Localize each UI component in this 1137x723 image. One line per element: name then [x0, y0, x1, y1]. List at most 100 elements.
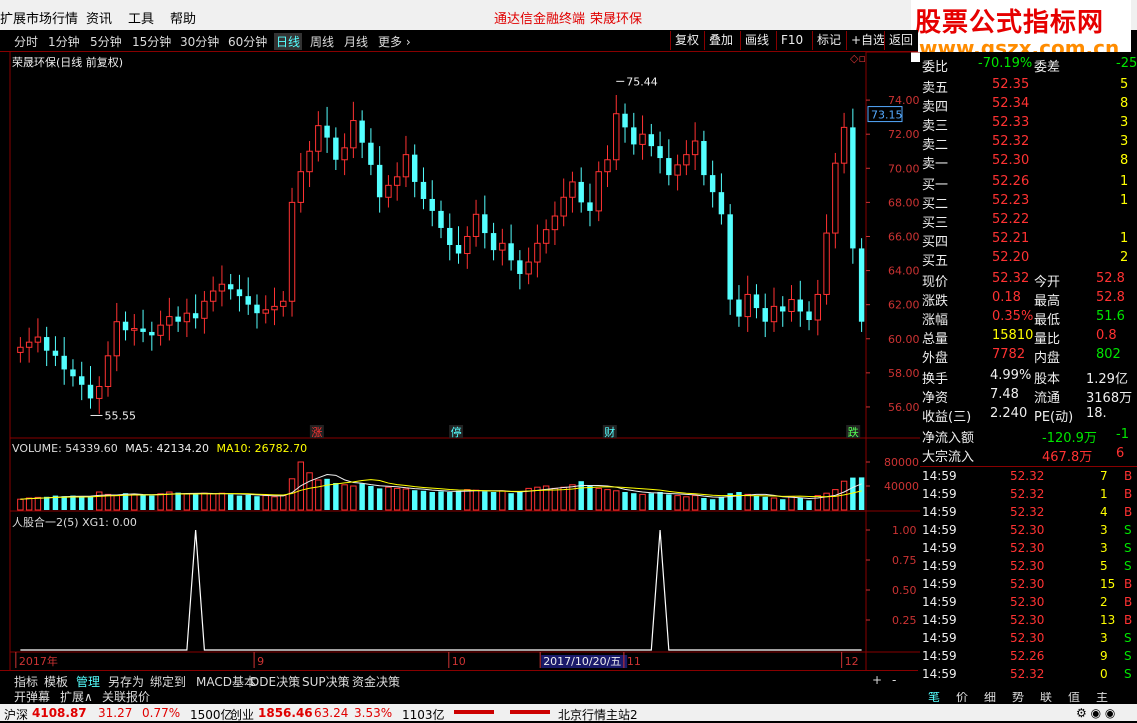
volume-bar: [455, 490, 462, 510]
candle-body: [753, 294, 760, 309]
volume-bar: [551, 487, 559, 511]
bid-price[interactable]: 52.23: [992, 193, 1029, 208]
tab-monthly[interactable]: 月线: [344, 33, 368, 50]
tab-weekly[interactable]: 周线: [310, 33, 334, 50]
stat-row: 总量 15810 量比 0.8: [920, 328, 1137, 347]
f10-button[interactable]: F10: [776, 31, 807, 50]
stat-label-2: 最高: [1034, 294, 1061, 309]
stat2-row: 换手 4.99% 股本 1.29亿: [920, 368, 1137, 387]
stat-row: 涨幅 0.35% 最低 51.6: [920, 309, 1137, 328]
menu-extended-market[interactable]: 扩展市场行情: [0, 8, 78, 27]
bid-price[interactable]: 52.21: [992, 231, 1029, 246]
chart-area[interactable]: 74.00 72.00 70.00 68.00 66.00 64.00 62.00 60.00…: [0, 52, 920, 692]
volume-bar: [780, 499, 786, 510]
volume-bar: [858, 477, 865, 510]
menu-tools[interactable]: 工具: [128, 8, 154, 27]
candle-body: [490, 233, 497, 251]
bid-price[interactable]: 52.22: [992, 212, 1029, 227]
candle-body: [525, 261, 532, 275]
tick-row: 14:59 52.30 3 S: [920, 631, 1137, 649]
ask-volume: 8: [1120, 96, 1129, 111]
candle-body: [175, 316, 181, 322]
tick-direction: S: [1124, 667, 1132, 681]
bid-label: 买四: [922, 235, 949, 250]
volume-bar: [762, 496, 768, 510]
weicha-label: 委差: [1034, 60, 1061, 75]
tab-60min[interactable]: 60分钟: [228, 33, 267, 50]
candle-body: [113, 321, 120, 357]
volume-bar: [271, 496, 278, 511]
candle-body: [850, 127, 856, 249]
candle-body: [157, 324, 164, 336]
indicator-header: 人股合一2(5) XG1: 0.00: [12, 516, 137, 529]
server-name[interactable]: 北京行情主站2: [558, 706, 638, 723]
date-label: 11: [627, 655, 641, 668]
candle-body: [727, 214, 733, 300]
zoom-in-button[interactable]: +: [872, 673, 882, 687]
volume-bar: [79, 496, 85, 510]
volume-bar: [104, 493, 112, 511]
ask-row: 卖四 52.34 8: [920, 96, 1137, 115]
stat-label-2: 最低: [1034, 313, 1061, 328]
tab-5min[interactable]: 5分钟: [90, 33, 122, 50]
tick-time: 14:59: [922, 577, 957, 591]
tab-30min[interactable]: 30分钟: [180, 33, 219, 50]
tick-direction: B: [1124, 595, 1133, 609]
sh-index-label: 沪深: [4, 708, 29, 722]
ask-price[interactable]: 52.32: [992, 134, 1029, 149]
volume-bar: [718, 496, 725, 510]
chart-settings-icon: ◇▫: [850, 52, 866, 65]
candle-body: [683, 154, 690, 166]
bid-row: 买二 52.23 1: [920, 193, 1137, 212]
volume-bar: [770, 497, 778, 511]
barrage-button[interactable]: 开弹幕: [14, 688, 50, 705]
volume-bar: [788, 496, 795, 511]
bid-price[interactable]: 52.26: [992, 174, 1029, 189]
candle-body: [393, 176, 401, 186]
candle-body: [482, 214, 488, 234]
candle-body: [368, 142, 374, 165]
volume-bar: [175, 492, 181, 510]
tick-direction: S: [1124, 649, 1132, 663]
tick-time: 14:59: [922, 595, 957, 609]
volume-bar: [324, 478, 330, 510]
mark-button[interactable]: 标记: [812, 31, 845, 50]
cy-index-amount: 1103亿: [402, 708, 445, 722]
ask-price[interactable]: 52.34: [992, 96, 1029, 111]
tab-timeshare[interactable]: 分时: [14, 33, 38, 50]
draw-button[interactable]: 画线: [740, 31, 773, 50]
back-button[interactable]: 返回: [884, 31, 921, 50]
add-favorite-button[interactable]: +自选: [846, 31, 889, 50]
volume-bar: [350, 485, 357, 511]
tick-volume: 4: [1100, 505, 1108, 519]
menu-news[interactable]: 资讯: [86, 8, 112, 27]
candle-body: [587, 202, 593, 211]
fuquan-button[interactable]: 复权: [670, 31, 703, 50]
sh-index-pct: 0.77%: [142, 706, 181, 720]
ask-price[interactable]: 52.33: [992, 115, 1029, 130]
menu-help[interactable]: 帮助: [170, 8, 196, 27]
divider: [920, 466, 1137, 467]
related-quotes-button[interactable]: 关联报价: [102, 688, 150, 705]
tick-direction: S: [1124, 631, 1132, 645]
tab-15min[interactable]: 15分钟: [132, 33, 171, 50]
bid-price[interactable]: 52.20: [992, 250, 1029, 265]
tab-daily[interactable]: 日线: [274, 33, 303, 50]
tab-1min[interactable]: 1分钟: [48, 33, 80, 50]
zoom-out-button[interactable]: -: [892, 673, 896, 687]
candle-body: [227, 284, 234, 290]
tab-more[interactable]: 更多 ›: [378, 33, 411, 50]
kline-chart[interactable]: 74.00 72.00 70.00 68.00 66.00 64.00 62.00 60.00…: [0, 52, 920, 670]
overlay-button[interactable]: 叠加: [704, 31, 737, 50]
ask-price[interactable]: 52.30: [992, 153, 1029, 168]
ask-price[interactable]: 52.35: [992, 77, 1029, 92]
bid-volume: 1: [1120, 174, 1129, 189]
expand-button[interactable]: 扩展∧: [60, 688, 93, 705]
bid-volume: 1: [1120, 231, 1129, 246]
candle-body: [823, 232, 830, 295]
tick-price: 52.30: [1010, 523, 1045, 537]
volume-bar: [823, 492, 830, 511]
volume-bar: [43, 496, 50, 510]
ask-volume: 3: [1120, 134, 1129, 149]
candle-body: [797, 299, 803, 312]
